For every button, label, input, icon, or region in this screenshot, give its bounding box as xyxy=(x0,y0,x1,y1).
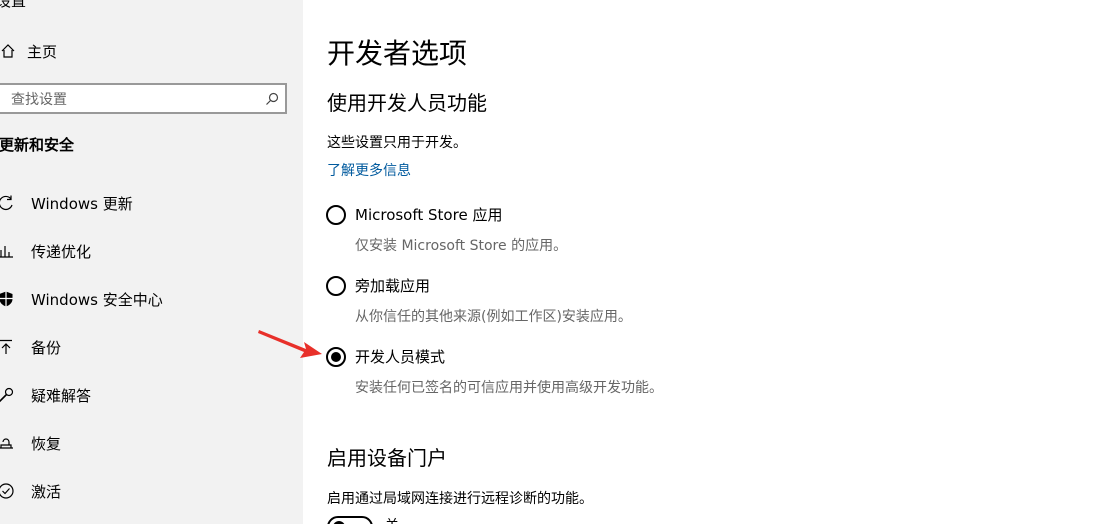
sidebar-item-windows-update[interactable]: Windows 更新 xyxy=(0,188,303,218)
search-placeholder: 查找设置 xyxy=(11,91,67,108)
radio-label: 旁加载应用 xyxy=(355,277,431,295)
check-circle-icon xyxy=(0,481,16,501)
sidebar-home-label: 主页 xyxy=(27,42,58,61)
learn-more-link[interactable]: 了解更多信息 xyxy=(327,160,411,180)
sidebar-window-title: 设置 xyxy=(0,0,27,10)
radio-sideload-apps[interactable]: 旁加载应用 xyxy=(326,275,430,296)
delivery-optimization-icon xyxy=(0,241,16,261)
sidebar-item-label: 备份 xyxy=(31,338,62,357)
radio-description: 仅安装 Microsoft Store 的应用。 xyxy=(355,238,568,254)
backup-arrow-icon xyxy=(0,337,16,357)
sidebar-home[interactable]: 主页 xyxy=(0,38,57,64)
sync-icon xyxy=(0,193,16,213)
sidebar-item-windows-security[interactable]: Windows 安全中心 xyxy=(0,284,303,314)
radio-label: Microsoft Store 应用 xyxy=(355,206,503,224)
sidebar-item-label: 激活 xyxy=(31,482,62,501)
sidebar-item-delivery-optimization[interactable]: 传递优化 xyxy=(0,236,303,266)
page-title: 开发者选项 xyxy=(327,37,468,70)
annotation-arrow-icon xyxy=(258,330,322,358)
search-icon xyxy=(259,92,285,106)
sidebar-item-troubleshoot[interactable]: 疑难解答 xyxy=(0,380,303,410)
sidebar: 设置 主页 查找设置 更新和安全 Windows 更新 传递优化 Windows… xyxy=(0,0,303,524)
radio-description: 从你信任的其他来源(例如工作区)安装应用。 xyxy=(355,309,632,325)
sidebar-item-label: 疑难解答 xyxy=(31,386,92,405)
home-icon xyxy=(0,43,20,59)
search-input[interactable]: 查找设置 xyxy=(0,83,287,114)
device-portal-description: 启用通过局域网连接进行远程诊断的功能。 xyxy=(327,491,593,507)
radio-label: 开发人员模式 xyxy=(355,348,446,366)
device-portal-heading: 启用设备门户 xyxy=(327,446,447,470)
recovery-icon xyxy=(0,433,16,453)
main-content: 开发者选项 使用开发人员功能 这些设置只用于开发。 了解更多信息 Microso… xyxy=(303,0,1100,524)
sidebar-item-label: 恢复 xyxy=(31,434,62,453)
toggle-state-label: 关 xyxy=(385,515,399,524)
radio-button-selected[interactable] xyxy=(326,346,346,367)
wrench-icon xyxy=(0,385,16,405)
sidebar-section-title: 更新和安全 xyxy=(0,136,75,154)
sidebar-item-activation[interactable]: 激活 xyxy=(0,476,303,506)
sidebar-item-recovery[interactable]: 恢复 xyxy=(0,428,303,458)
sidebar-item-label: Windows 安全中心 xyxy=(31,290,163,309)
dev-features-description: 这些设置只用于开发。 xyxy=(327,135,467,151)
sidebar-item-label: Windows 更新 xyxy=(31,194,133,213)
radio-developer-mode[interactable]: 开发人员模式 xyxy=(326,346,445,367)
shield-icon xyxy=(0,289,16,309)
sidebar-item-label: 传递优化 xyxy=(31,242,92,261)
radio-button[interactable] xyxy=(326,204,346,225)
device-portal-toggle[interactable] xyxy=(327,516,373,524)
radio-description: 安装任何已签名的可信应用并使用高级开发功能。 xyxy=(355,380,663,396)
dev-features-heading: 使用开发人员功能 xyxy=(327,91,487,115)
radio-button[interactable] xyxy=(326,275,346,296)
radio-store-apps[interactable]: Microsoft Store 应用 xyxy=(326,204,502,225)
